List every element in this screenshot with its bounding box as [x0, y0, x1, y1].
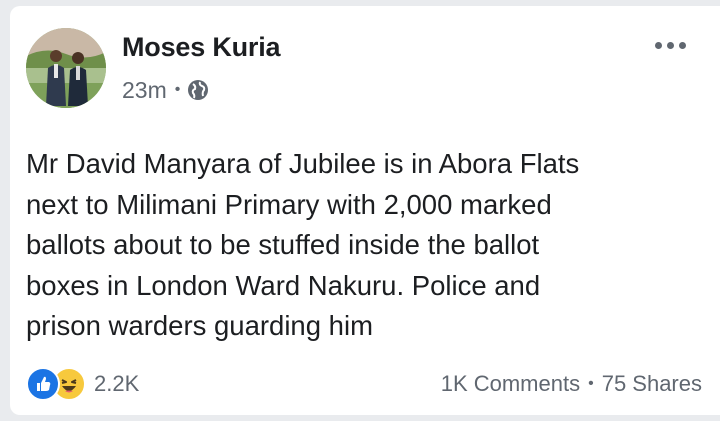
like-icon: [26, 367, 60, 401]
meta-separator: •: [174, 81, 181, 98]
more-options-icon[interactable]: [655, 42, 686, 49]
reaction-count: 2.2K: [94, 371, 140, 396]
more-dot: [679, 42, 686, 49]
reactions-summary[interactable]: 2.2K: [26, 367, 139, 401]
engagement-stats: 1K Comments • 75 Shares: [441, 371, 702, 397]
shares-link[interactable]: 75 Shares: [602, 371, 702, 397]
comments-link[interactable]: 1K Comments: [441, 371, 580, 397]
author-avatar[interactable]: [26, 28, 106, 108]
author-name[interactable]: Moses Kuria: [122, 32, 281, 63]
post-footer: 2.2K 1K Comments • 75 Shares: [26, 364, 702, 404]
post-text: Mr David Manyara of Jubilee is in Abora …: [26, 148, 580, 341]
more-dot: [655, 42, 662, 49]
post-timestamp[interactable]: 23m: [122, 77, 167, 104]
globe-icon[interactable]: [187, 79, 209, 101]
more-dot: [667, 42, 674, 49]
post-card: Moses Kuria 23m • Mr David Manyara of Ju…: [10, 6, 720, 415]
post-meta: 23m •: [122, 76, 209, 104]
avatar-photo: [26, 28, 106, 108]
stats-separator: •: [588, 375, 594, 392]
